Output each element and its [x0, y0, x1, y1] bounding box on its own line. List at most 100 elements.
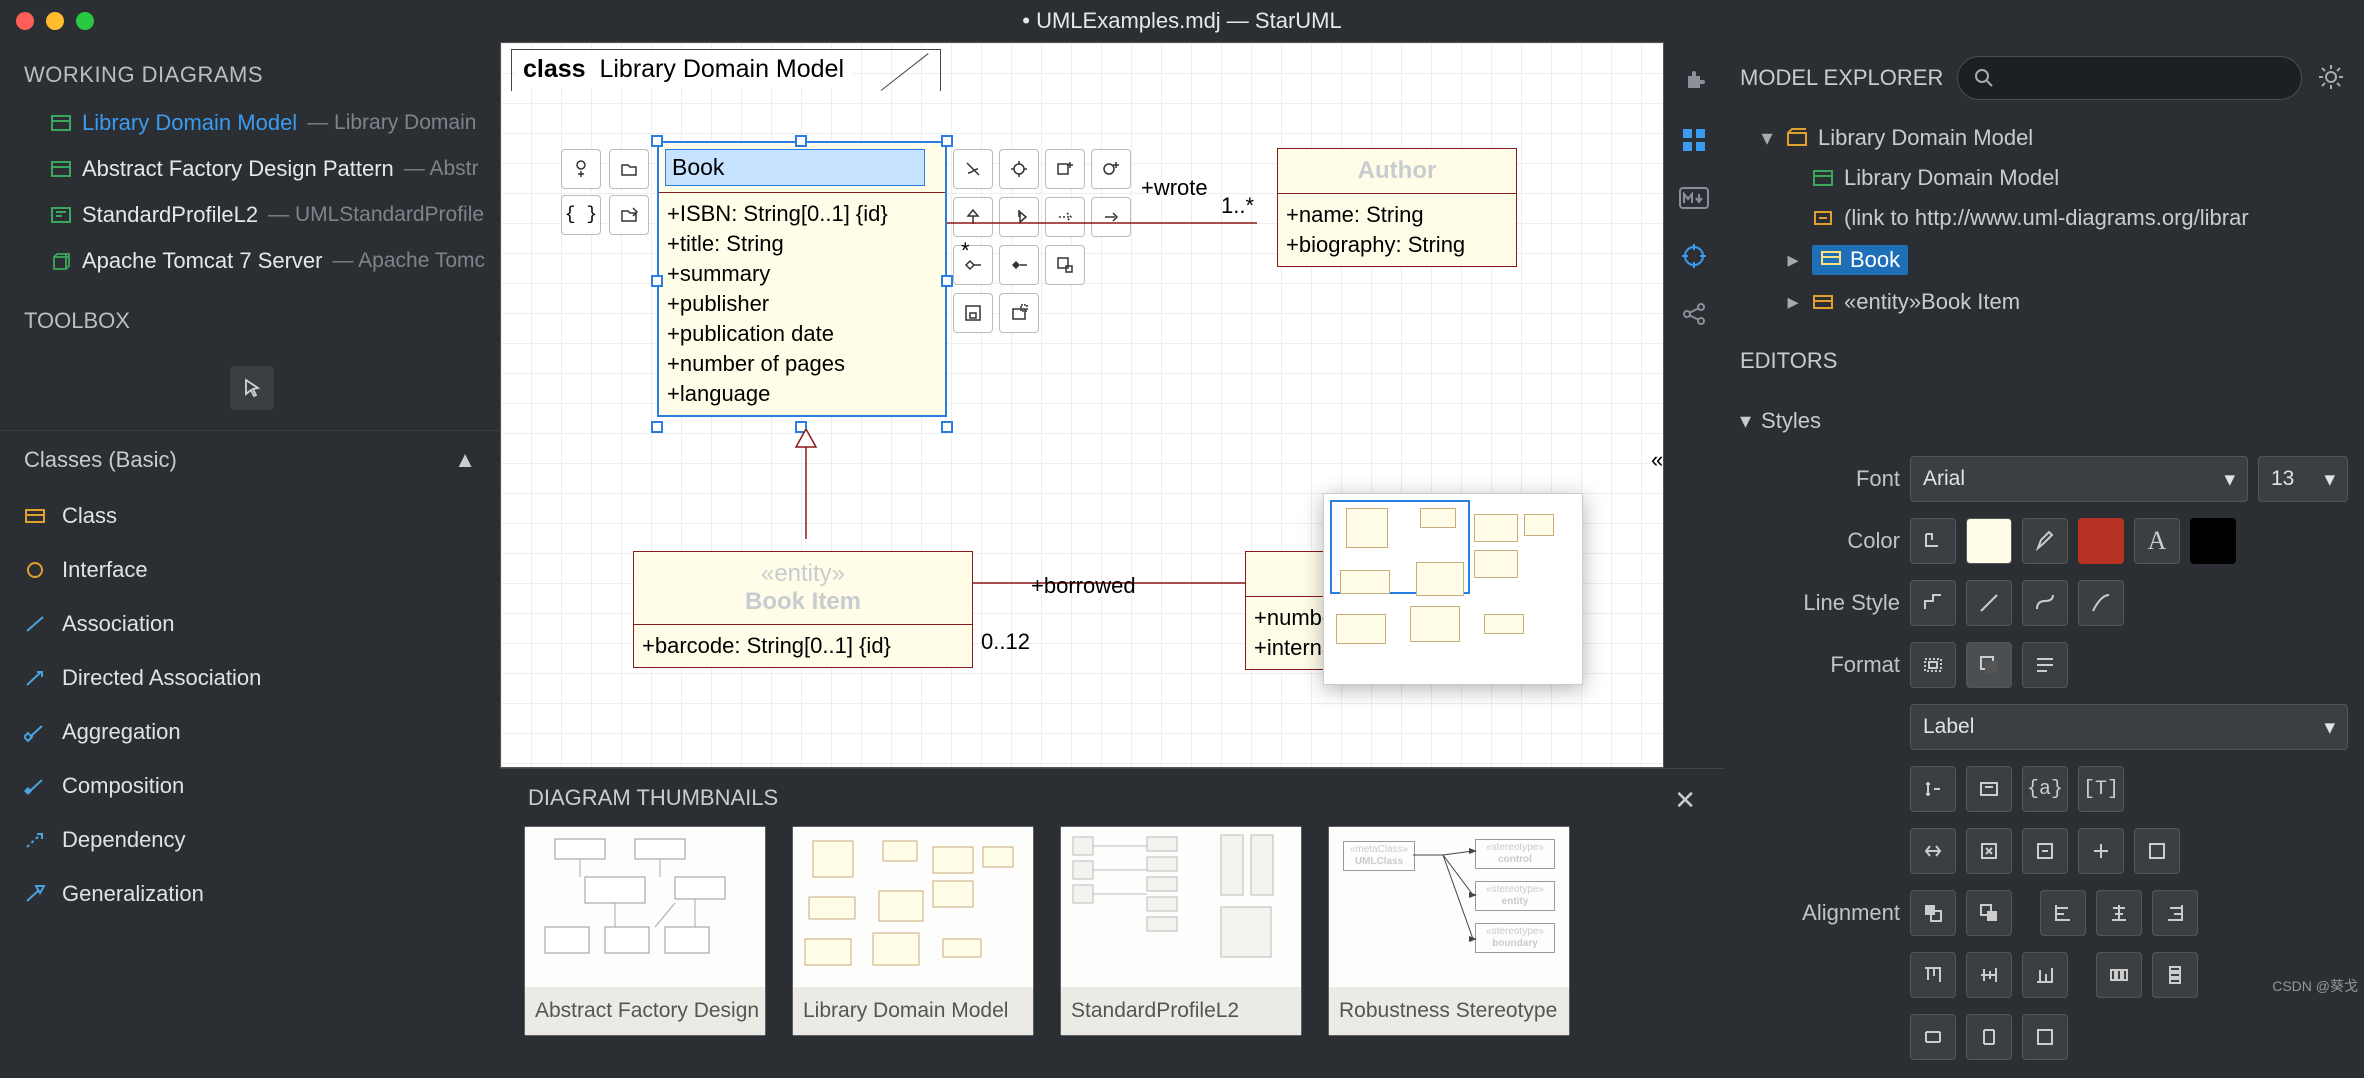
dist-horiz-button[interactable]: [2096, 952, 2142, 998]
tree-item-selected[interactable]: ▸Book: [1754, 238, 2354, 282]
show-property-button[interactable]: {a}: [2022, 766, 2068, 812]
minimize-window-button[interactable]: [46, 12, 64, 30]
working-diagram-item[interactable]: StandardProfileL2 — UMLStandardProfile: [0, 192, 500, 238]
same-height-button[interactable]: [1966, 1014, 2012, 1060]
align-left-button[interactable]: [2040, 890, 2086, 936]
explorer-search[interactable]: [1957, 56, 2302, 100]
font-size-select[interactable]: 13▾: [2258, 456, 2348, 502]
resize-handle[interactable]: [795, 135, 807, 147]
close-icon[interactable]: ✕: [1674, 785, 1696, 816]
show-namespace-button[interactable]: [1966, 766, 2012, 812]
line-rectilinear-button[interactable]: [1910, 580, 1956, 626]
attr-row[interactable]: +title: String: [667, 229, 937, 259]
suppress-all-button[interactable]: [2134, 828, 2180, 874]
assoc-mult-star[interactable]: *: [961, 238, 970, 264]
attr-row[interactable]: +summary: [667, 259, 937, 289]
classes-basic-group[interactable]: Classes (Basic) ▲: [0, 430, 500, 489]
suppress-attr-button[interactable]: [1910, 828, 1956, 874]
working-diagram-item[interactable]: Library Domain Model — Library Domain: [0, 100, 500, 146]
align-right-button[interactable]: [2152, 890, 2198, 936]
tool-aggregation[interactable]: Aggregation: [0, 705, 500, 759]
share-button[interactable]: [1676, 296, 1712, 332]
thumbnail-item[interactable]: «metaClass» UMLClass «stereotype» contro…: [1328, 826, 1570, 1036]
tree-item[interactable]: (link to http://www.uml-diagrams.org/lib…: [1754, 198, 2354, 238]
qe-visibility-button[interactable]: [953, 149, 993, 189]
class-name-edit[interactable]: [665, 149, 925, 186]
attr-row[interactable]: +publisher: [667, 289, 937, 319]
extensions-button[interactable]: [1676, 64, 1712, 100]
generalization-line[interactable]: [791, 429, 831, 539]
qe-select-type-button[interactable]: [609, 195, 649, 235]
fill-tool-button[interactable]: [1910, 518, 1956, 564]
word-wrap-button[interactable]: [2022, 642, 2068, 688]
qe-template-button[interactable]: [999, 293, 1039, 333]
working-diagram-item[interactable]: Apache Tomcat 7 Server — Apache Tomc: [0, 238, 500, 284]
tree-item[interactable]: ▸«entity»Book Item: [1754, 282, 2354, 322]
same-width-button[interactable]: [1910, 1014, 1956, 1060]
resize-handle[interactable]: [941, 421, 953, 433]
settings-button[interactable]: [2316, 62, 2348, 94]
assoc-role-borrowed[interactable]: +borrowed: [1031, 573, 1136, 599]
line-curve-button[interactable]: [2078, 580, 2124, 626]
text-color-swatch[interactable]: [2190, 518, 2236, 564]
thumbnail-item[interactable]: StandardProfileL2: [1060, 826, 1302, 1036]
qe-add-attr-button[interactable]: [1045, 149, 1085, 189]
resize-handle[interactable]: [651, 135, 663, 147]
font-family-select[interactable]: Arial▾: [1910, 456, 2248, 502]
pen-tool-button[interactable]: [2022, 518, 2068, 564]
qe-comp-button[interactable]: [999, 245, 1039, 285]
search-input[interactable]: [2002, 67, 2285, 90]
bring-front-button[interactable]: [1910, 890, 1956, 936]
thumbnail-item[interactable]: Abstract Factory Design: [524, 826, 766, 1036]
minimap[interactable]: [1323, 493, 1583, 685]
tree-item[interactable]: Library Domain Model: [1754, 158, 2354, 198]
qe-settings-button[interactable]: [999, 149, 1039, 189]
send-back-button[interactable]: [1966, 890, 2012, 936]
stereotype-display-select[interactable]: Label▾: [1910, 704, 2348, 750]
tool-composition[interactable]: Composition: [0, 759, 500, 813]
tree-item[interactable]: ▾Library Domain Model: [1754, 118, 2354, 158]
class-author[interactable]: Author +name: String +biography: String: [1277, 148, 1517, 267]
qe-port-button[interactable]: [1045, 245, 1085, 285]
target-button[interactable]: [1676, 238, 1712, 274]
attr-row[interactable]: +barcode: String[0..1] {id}: [642, 631, 964, 661]
class-book-item[interactable]: «entity» Book Item +barcode: String[0..1…: [633, 551, 973, 668]
assoc-mult-012[interactable]: 0..12: [981, 629, 1030, 655]
resize-handle[interactable]: [651, 421, 663, 433]
qe-browse-button[interactable]: [609, 149, 649, 189]
attr-row[interactable]: +language: [667, 379, 937, 409]
tool-class[interactable]: Class: [0, 489, 500, 543]
class-book[interactable]: +ISBN: String[0..1] {id} +title: String …: [657, 141, 947, 417]
text-tool-button[interactable]: A: [2134, 518, 2180, 564]
working-diagram-item[interactable]: Abstract Factory Design Pattern — Abstr: [0, 146, 500, 192]
pointer-tool[interactable]: [230, 366, 274, 410]
tool-generalization[interactable]: Generalization: [0, 867, 500, 921]
assoc-mult-1star[interactable]: 1..*: [1221, 193, 1254, 219]
show-type-button[interactable]: [T]: [2078, 766, 2124, 812]
align-bottom-button[interactable]: [2022, 952, 2068, 998]
tool-interface[interactable]: Interface: [0, 543, 500, 597]
qe-constraint-button[interactable]: { }: [561, 195, 601, 235]
qe-add-op-button[interactable]: [1091, 149, 1131, 189]
styles-section[interactable]: ▾Styles: [1740, 400, 2348, 448]
zoom-window-button[interactable]: [76, 12, 94, 30]
attr-row[interactable]: +biography: String: [1286, 230, 1508, 260]
same-size-button[interactable]: [2022, 1014, 2068, 1060]
show-shadow-button[interactable]: [1966, 642, 2012, 688]
resize-handle[interactable]: [941, 135, 953, 147]
thumbnail-item[interactable]: Library Domain Model: [792, 826, 1034, 1036]
align-middle-button[interactable]: [1966, 952, 2012, 998]
attr-row[interactable]: +ISBN: String[0..1] {id}: [667, 199, 937, 229]
diagram-canvas[interactable]: class Library Domain Model { } +ISBN: St…: [500, 42, 1664, 768]
resize-handle[interactable]: [651, 275, 663, 287]
resize-handle[interactable]: [941, 275, 953, 287]
line-rounded-button[interactable]: [2022, 580, 2068, 626]
grid-view-button[interactable]: [1676, 122, 1712, 158]
suppress-op-button[interactable]: [1966, 828, 2012, 874]
markdown-button[interactable]: [1676, 180, 1712, 216]
close-window-button[interactable]: [16, 12, 34, 30]
line-oblique-button[interactable]: [1966, 580, 2012, 626]
fill-color-swatch[interactable]: [1966, 518, 2012, 564]
attr-row[interactable]: +name: String: [1286, 200, 1508, 230]
suppress-lit-button[interactable]: [2078, 828, 2124, 874]
